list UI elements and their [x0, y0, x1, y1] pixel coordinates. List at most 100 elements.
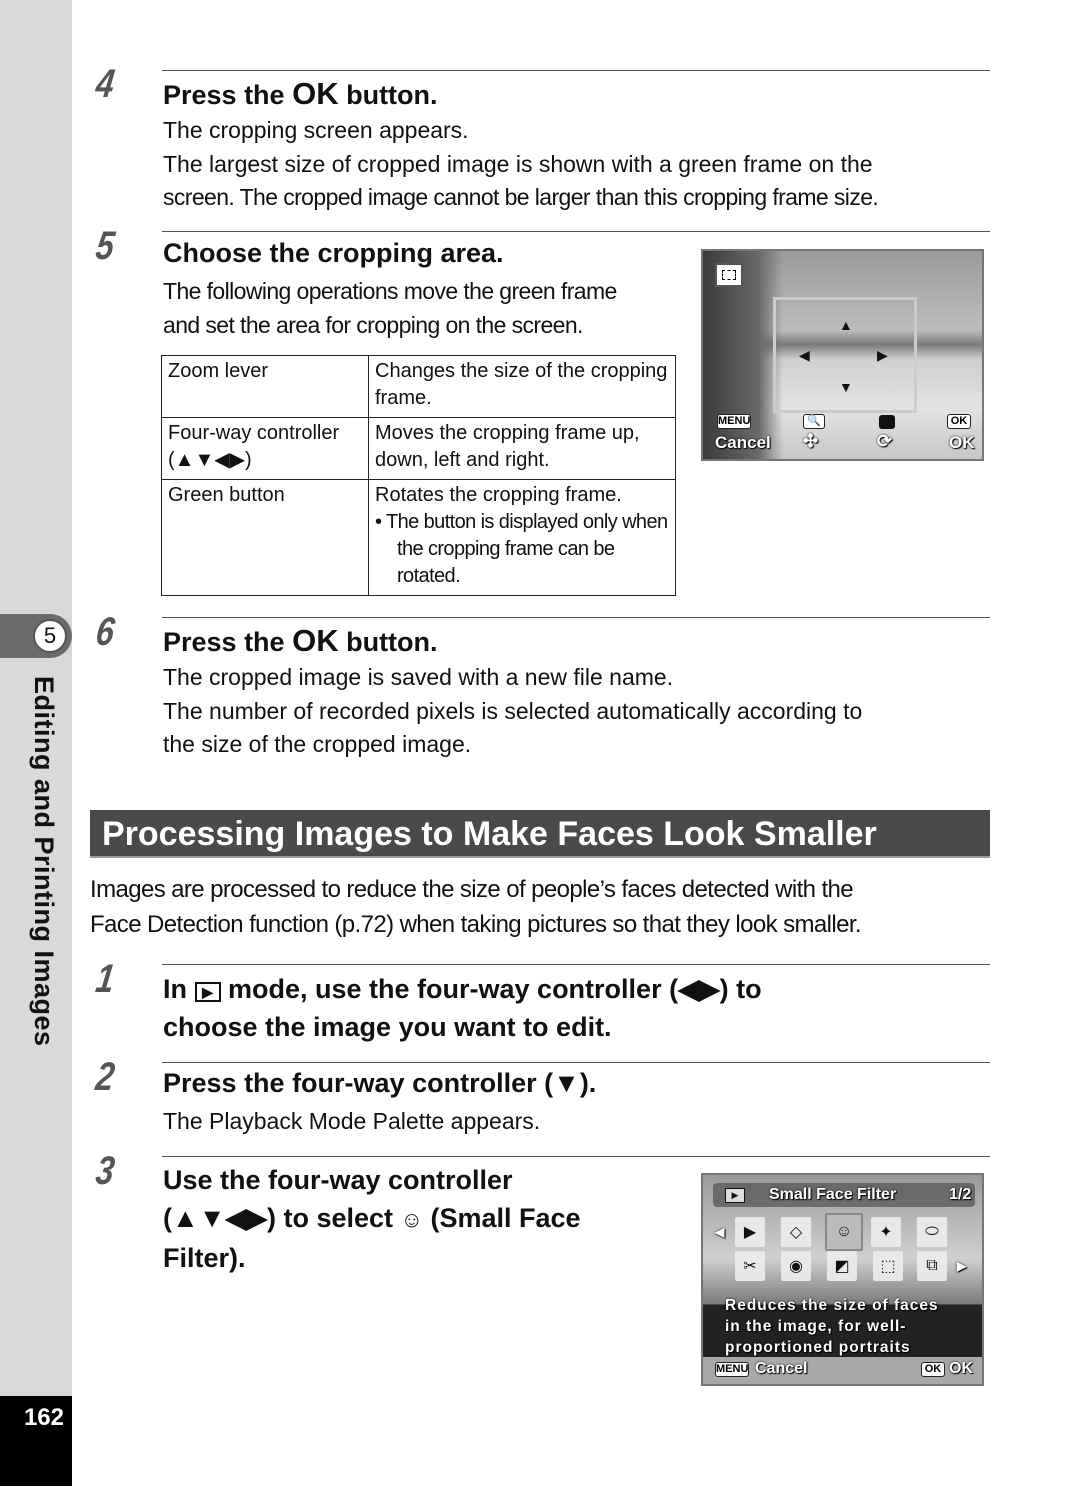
zoom-key-icon: 🔍 [803, 414, 825, 429]
description-line: Reduces the size of faces [725, 1297, 939, 1314]
description-line: proportioned portraits [725, 1339, 911, 1356]
playback-mode-icon: ▶ [194, 982, 221, 1002]
heading-text: Press the [163, 627, 293, 657]
table-row: Four-way controller (▲▼◀▶) Moves the cro… [161, 417, 676, 480]
palette-slideshow-icon[interactable]: ▶ [735, 1217, 765, 1247]
palette-small-face-icon[interactable]: ☺ [825, 1213, 863, 1251]
text-line: The cropped image is saved with a new fi… [163, 664, 674, 690]
step-heading: In ▶ mode, use the four-way controller (… [163, 970, 762, 1046]
crop-mode-icon [715, 263, 743, 287]
action-text: Rotates the cropping frame. [375, 484, 622, 506]
arrow-down-icon: ▼ [839, 379, 853, 395]
section-title: Processing Images to Make Faces Look Sma… [90, 810, 990, 858]
palette-next-icon[interactable]: ▶ [957, 1259, 966, 1273]
heading-text: Use the four-way controller [163, 1165, 513, 1195]
action-cell: Changes the size of the cropping frame. [368, 355, 676, 418]
control-cell: Green button [161, 479, 369, 596]
heading-text: button. [338, 80, 438, 110]
text-line: The following operations move the green … [163, 278, 617, 304]
step-text: The cropping screen appears. The largest… [163, 114, 879, 215]
step-heading: Use the four-way controller (▲▼◀▶) to se… [163, 1161, 581, 1277]
palette-cropping-icon[interactable]: ⬚ [873, 1251, 903, 1281]
table-row: Green button Rotates the cropping frame.… [161, 479, 676, 596]
control-cell: Four-way controller (▲▼◀▶) [161, 417, 369, 480]
divider [162, 1062, 990, 1063]
palette-resize-icon[interactable]: ◩ [827, 1251, 857, 1281]
control-cell: Zoom lever [161, 355, 369, 418]
text-line: The largest size of cropped image is sho… [163, 150, 873, 177]
palette-prev-icon[interactable]: ◀ [715, 1225, 724, 1239]
section-intro: Images are processed to reduce the size … [90, 872, 862, 942]
ok-button-glyph: OK [292, 623, 339, 658]
small-face-filter-icon: ☺ [400, 1207, 423, 1232]
divider [162, 617, 990, 618]
heading-text: mode, use the four-way controller (◀▶) t… [220, 974, 762, 1004]
step-number: 2 [93, 1055, 118, 1099]
step-number: 3 [93, 1149, 118, 1193]
action-cell: Moves the cropping frame up, down, left … [368, 417, 676, 480]
heading-text: choose the image you want to edit. [163, 1012, 612, 1042]
move-icon: ✣ [803, 431, 819, 451]
text-line: and set the area for cropping on the scr… [163, 311, 583, 338]
heading-text: In [163, 974, 195, 1004]
divider [162, 1156, 990, 1157]
heading-text: Filter). [163, 1243, 246, 1273]
palette-description: Reduces the size of faces in the image, … [725, 1295, 939, 1358]
heading-text: (Small Face [422, 1203, 581, 1233]
crop-screen: ▲ ▼ ◀ ▶ MENU 🔍 OK Cancel ✣ ⟳ OK [701, 249, 984, 461]
palette-digital-filter-icon[interactable]: ✦ [871, 1217, 901, 1247]
text-line: screen. The cropped image cannot be larg… [163, 184, 879, 210]
palette-rotate-icon[interactable]: ◇ [781, 1217, 811, 1247]
step-number: 4 [93, 62, 118, 106]
step-number: 1 [93, 957, 118, 1001]
description-line: in the image, for well- [725, 1318, 907, 1335]
palette-screen: ▶ Small Face Filter 1/2 ◀ ▶ ◇ ☺ ✦ ⬭ ✂ ◉ … [701, 1173, 984, 1386]
ok-button-glyph: OK [292, 76, 339, 111]
step-text: The Playback Mode Palette appears. [163, 1108, 541, 1134]
green-button-icon [879, 415, 895, 429]
divider [162, 70, 990, 71]
palette-red-eye-icon[interactable]: ◉ [781, 1251, 811, 1281]
cancel-label: Cancel [715, 433, 771, 452]
cropping-frame[interactable] [773, 297, 917, 413]
palette-frame-icon[interactable]: ⬭ [917, 1217, 947, 1247]
step-number: 6 [93, 610, 118, 654]
chapter-title: Editing and Printing Images [29, 676, 59, 1047]
step-heading: Press the OK button. [163, 623, 438, 659]
heading-text: button. [338, 627, 438, 657]
operations-table: Zoom lever Changes the size of the cropp… [161, 355, 676, 596]
step-number: 5 [93, 224, 118, 268]
ok-label: OK [949, 433, 975, 452]
text-line: the size of the cropped image. [163, 731, 472, 757]
ok-key: OK [947, 414, 971, 429]
heading-text: Press the [163, 80, 293, 110]
divider [162, 964, 990, 965]
text-line: The cropping screen appears. [163, 117, 469, 143]
menu-key: MENU [715, 1362, 749, 1377]
text-line: Face Detection function (p.72) when taki… [90, 911, 862, 938]
menu-key: MENU [717, 414, 751, 429]
playback-icon: ▶ [725, 1188, 745, 1203]
chapter-number: 5 [33, 619, 67, 653]
palette-copy-icon[interactable]: ⧉ [917, 1251, 947, 1281]
page-number: 162 [23, 1404, 64, 1431]
ok-label: OK [949, 1360, 973, 1377]
palette-protect-icon[interactable]: ✂ [735, 1251, 765, 1281]
text-line: Images are processed to reduce the size … [90, 876, 854, 903]
text-line: The number of recorded pixels is selecte… [163, 697, 863, 724]
step-text: The cropped image is saved with a new fi… [163, 661, 862, 762]
arrow-left-icon: ◀ [799, 347, 810, 363]
action-note: • The button is displayed only when the … [375, 511, 668, 587]
step-heading: Press the four-way controller (▼). [163, 1068, 597, 1098]
palette-page: 1/2 [949, 1186, 972, 1203]
step-text: The following operations move the green … [163, 275, 617, 342]
heading-text: (▲▼◀▶) to select [163, 1203, 401, 1233]
cancel-label: Cancel [755, 1360, 808, 1377]
action-cell: Rotates the cropping frame. • The button… [368, 479, 676, 596]
arrow-right-icon: ▶ [877, 347, 888, 363]
step-heading: Choose the cropping area. [163, 238, 504, 268]
step-heading: Press the OK button. [163, 76, 438, 112]
arrow-up-icon: ▲ [839, 317, 853, 333]
palette-title: Small Face Filter [769, 1186, 897, 1203]
ok-key: OK [921, 1362, 945, 1377]
